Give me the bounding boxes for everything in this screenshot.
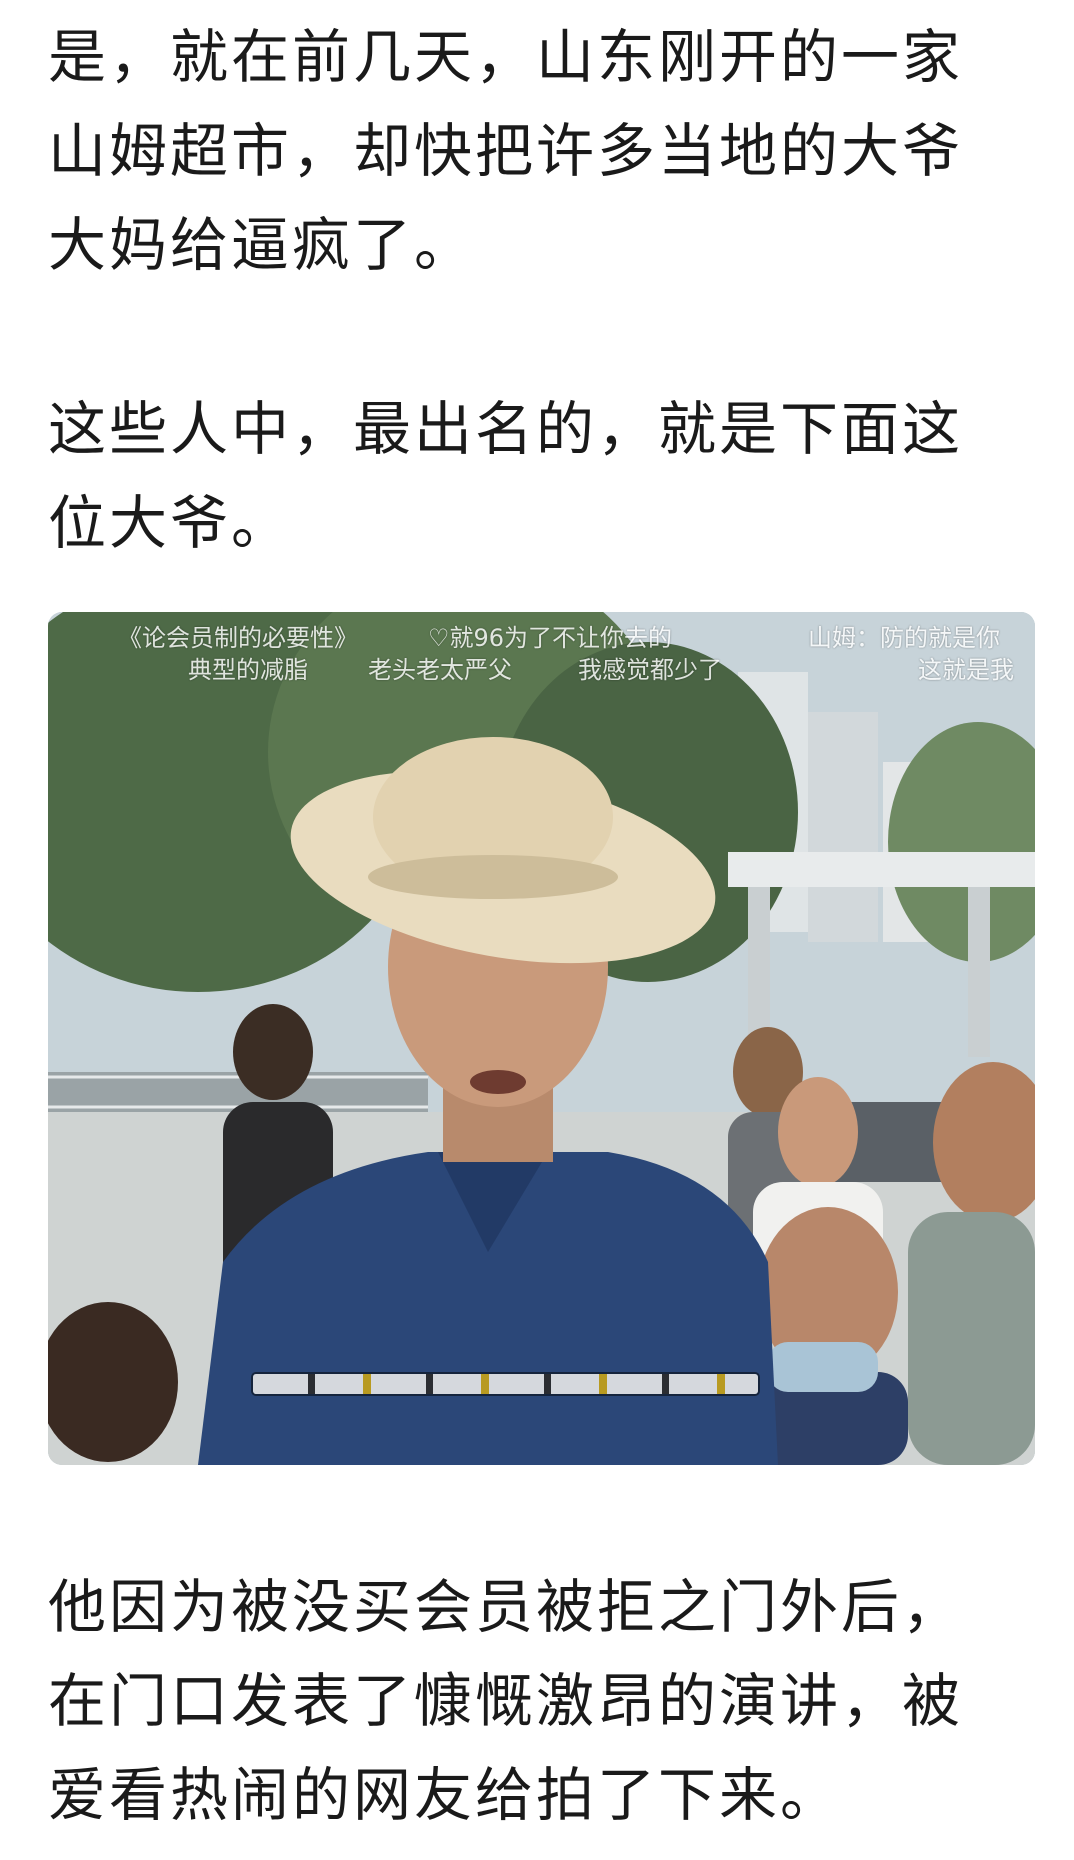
paragraph-intro: 是，就在前几天，山东刚开的一家山姆超市，却快把许多当地的大爷大妈给逼疯了。 xyxy=(48,23,964,279)
street-scene-image xyxy=(48,612,1035,1465)
danmaku-comment: 典型的减脂 xyxy=(188,656,308,684)
paragraph-speech: 他因为被没买会员被拒之门外后，在门口发表了慷慨激昂的演讲，被爱看热闹的网友给拍了… xyxy=(48,1573,964,1829)
danmaku-comment: 山姆：防的就是你 xyxy=(808,624,1000,652)
danmaku-comment: ♡就96为了不让你去的 xyxy=(428,624,673,652)
video-screenshot[interactable]: 《论会员制的必要性》 ♡就96为了不让你去的 山姆：防的就是你 典型的减脂 老头… xyxy=(48,612,1035,1465)
paragraph-famous-uncle: 这些人中，最出名的，就是下面这位大爷。 xyxy=(48,395,964,557)
danmaku-comment: 我感觉都少了 xyxy=(578,656,722,684)
danmaku-comment: 老头老太严父 xyxy=(368,656,512,684)
danmaku-comment: 这就是我 xyxy=(918,656,1014,684)
danmaku-comment: 《论会员制的必要性》 xyxy=(118,624,358,652)
subtitle-bar-redacted xyxy=(253,1374,758,1394)
